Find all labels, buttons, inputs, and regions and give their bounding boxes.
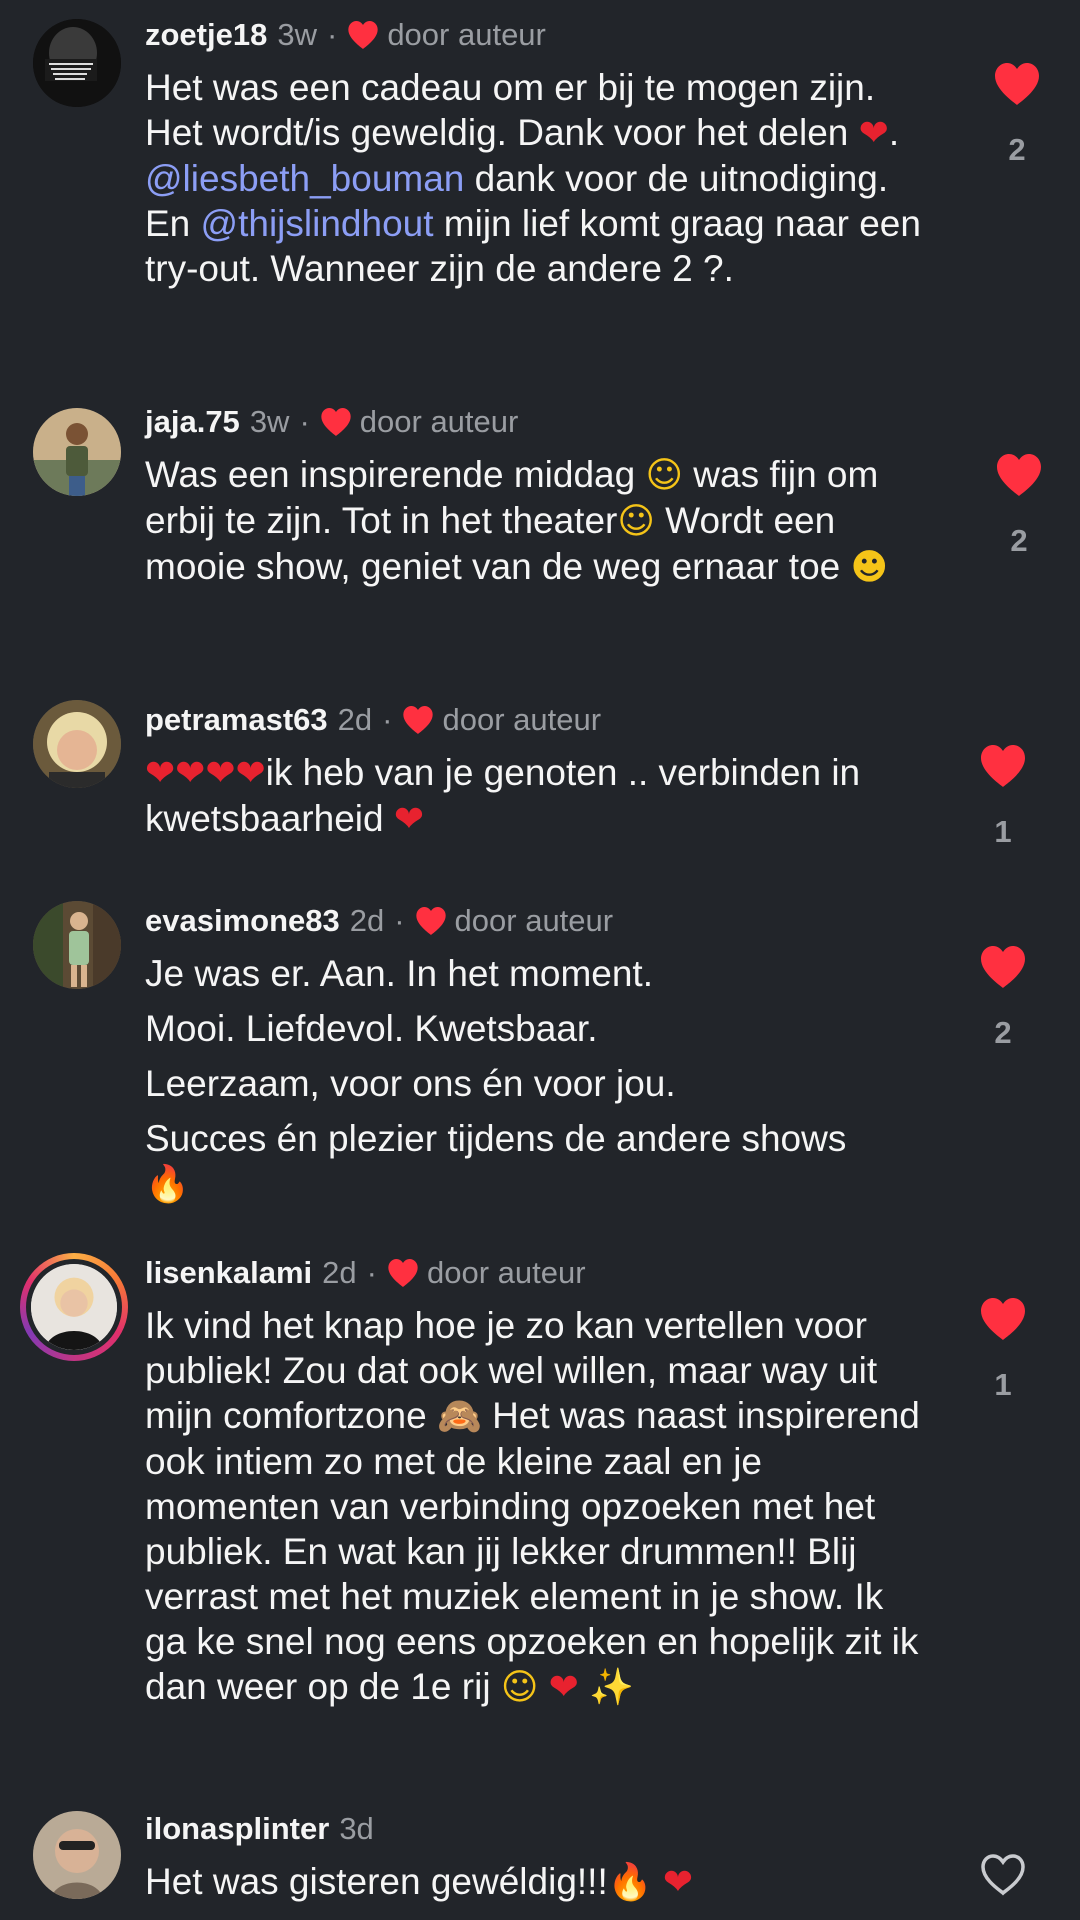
like-control[interactable]: [973, 1853, 1033, 1897]
like-control[interactable]: 2: [989, 453, 1049, 559]
timestamp: 2d: [322, 1255, 357, 1290]
author-label: door auteur: [387, 17, 546, 52]
heart-filled-icon[interactable]: [979, 945, 1027, 989]
avatar-story-ring[interactable]: [20, 1253, 128, 1361]
separator-dot: ·: [394, 903, 405, 938]
separator-dot: ·: [366, 1255, 377, 1290]
author-heart-icon: [320, 407, 352, 437]
separator-dot: ·: [326, 17, 338, 52]
username[interactable]: evasimone83: [145, 901, 340, 941]
author-heart-icon: [402, 705, 434, 735]
separator-dot: ·: [299, 404, 310, 439]
comment-line: Succes én plezier tijdens de andere show…: [145, 1118, 847, 1159]
separator-dot: ·: [382, 702, 393, 737]
comment-text: ❤❤❤❤ik heb van je genoten .. verbinden i…: [145, 752, 861, 840]
mention-link[interactable]: @liesbeth_bouman: [145, 158, 464, 199]
heart-filled-icon[interactable]: [979, 744, 1027, 788]
red-heart-emoji: ❤: [858, 113, 889, 154]
comment-body: lisenkalami 2d · door auteur Ik vind het…: [145, 1253, 925, 1710]
comment-meta: jaja.75 3w · door auteur: [145, 402, 925, 442]
red-heart-emoji: ❤: [548, 1667, 579, 1708]
username[interactable]: lisenkalami: [145, 1253, 312, 1293]
avatar: [26, 1259, 122, 1355]
timestamp: 3w: [277, 17, 317, 52]
timestamp: 2d: [337, 702, 373, 737]
comment-body: jaja.75 3w · door auteur Was een inspire…: [145, 402, 925, 590]
like-count: 2: [1010, 523, 1028, 558]
author-heart-icon: [415, 906, 447, 936]
like-control[interactable]: 2: [987, 62, 1047, 168]
comment-text: Het was een cadeau om er bij te mogen zi…: [145, 67, 921, 289]
comment-meta: ilonasplinter 3d: [145, 1809, 925, 1849]
like-count: 1: [994, 1367, 1012, 1402]
like-control[interactable]: 1: [973, 1297, 1033, 1403]
username[interactable]: ilonasplinter: [145, 1809, 329, 1849]
author-label: door auteur: [454, 903, 614, 938]
username[interactable]: petramast63: [145, 700, 328, 740]
comment-body: evasimone83 2d · door auteur Je was er. …: [145, 901, 925, 1207]
author-heart-icon: [387, 1258, 419, 1288]
fire-emoji: 🔥: [607, 1862, 653, 1903]
author-heart-icon: [347, 20, 379, 50]
winking-face-emoji: ☺: [500, 1667, 539, 1708]
like-count: 2: [994, 1015, 1012, 1050]
comment-meta: lisenkalami 2d · door auteur: [145, 1253, 925, 1293]
comment-text: Was een inspirerende middag ☺ was fijn o…: [145, 454, 889, 588]
comment-meta: petramast63 2d · door auteur: [145, 700, 925, 740]
comment-text: Je was er. Aan. In het moment. Mooi. Lie…: [145, 951, 925, 1207]
author-label: door auteur: [442, 702, 602, 737]
mention-link[interactable]: @thijslindhout: [201, 203, 434, 244]
comment-text: Het was gisteren gewéldig!!!🔥 ❤: [145, 1861, 694, 1903]
red-heart-emoji: ❤: [393, 799, 425, 840]
like-count: 2: [1008, 132, 1026, 167]
comment-meta: evasimone83 2d · door auteur: [145, 901, 925, 941]
red-heart-emoji: ❤: [662, 1862, 694, 1903]
avatar[interactable]: [33, 1811, 121, 1899]
like-count: 1: [994, 814, 1012, 849]
username[interactable]: jaja.75: [145, 402, 240, 442]
avatar[interactable]: [33, 700, 121, 788]
heart-filled-icon[interactable]: [993, 62, 1041, 106]
comment-line: Leerzaam, voor ons én voor jou.: [145, 1063, 676, 1104]
heart-outline-icon[interactable]: [979, 1853, 1027, 1897]
grinning-face-emoji: ☻: [850, 547, 889, 588]
heart-filled-icon[interactable]: [995, 453, 1043, 497]
timestamp: 3d: [339, 1811, 374, 1846]
author-label: door auteur: [359, 404, 519, 439]
smiling-face-hearts-emoji: ☺: [645, 455, 683, 496]
comment-body: petramast63 2d · door auteur ❤❤❤❤ik heb …: [145, 700, 925, 842]
username[interactable]: zoetje18: [145, 15, 267, 55]
avatar[interactable]: [33, 19, 121, 107]
fire-emoji: 🔥: [145, 1164, 190, 1205]
timestamp: 2d: [349, 903, 385, 938]
see-no-evil-monkey-emoji: 🙈: [437, 1396, 482, 1437]
heart-filled-icon[interactable]: [979, 1297, 1027, 1341]
comment-line: Mooi. Liefdevol. Kwetsbaar.: [145, 1008, 598, 1049]
avatar[interactable]: [33, 901, 121, 989]
comment-meta: zoetje18 3w · door auteur: [145, 15, 925, 55]
comment-line: Je was er. Aan. In het moment.: [145, 953, 653, 994]
avatar[interactable]: [33, 408, 121, 496]
red-heart-emoji: ❤❤❤❤: [145, 753, 266, 794]
sparkles-emoji: ✨: [589, 1667, 634, 1708]
comment-text: Ik vind het knap hoe je zo kan vertellen…: [145, 1305, 920, 1708]
author-label: door auteur: [426, 1255, 586, 1290]
like-control[interactable]: 1: [973, 744, 1033, 850]
comment-body: zoetje18 3w · door auteur Het was een ca…: [145, 15, 925, 291]
like-control[interactable]: 2: [973, 945, 1033, 1051]
comment-body: ilonasplinter 3d Het was gisteren gewéld…: [145, 1809, 925, 1905]
smiling-face-emoji: ☺: [617, 501, 655, 542]
timestamp: 3w: [249, 404, 290, 439]
